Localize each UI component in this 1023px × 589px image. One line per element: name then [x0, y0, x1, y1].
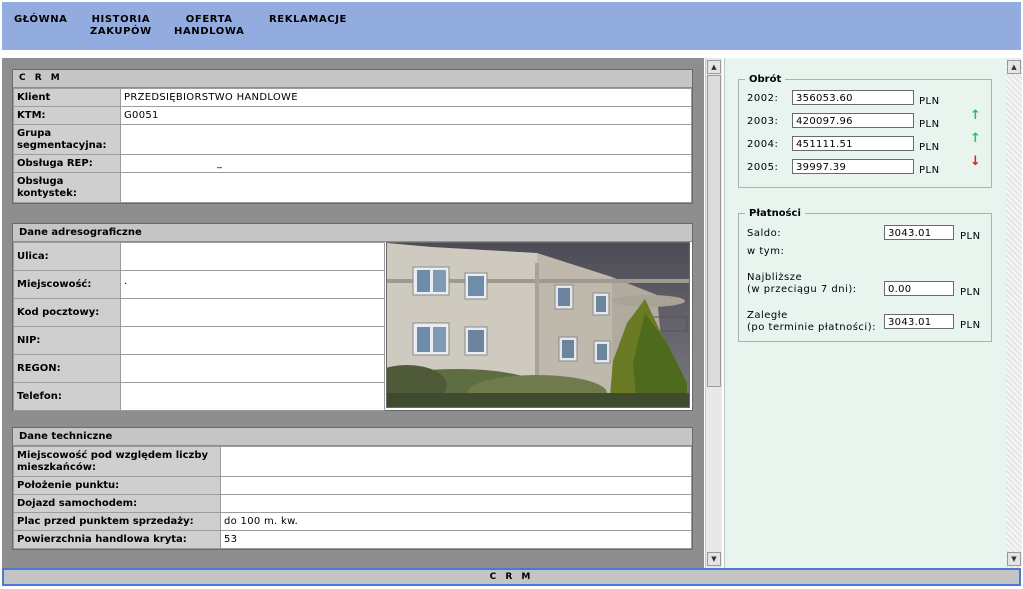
turnover-year-2004: 2004: — [747, 139, 779, 150]
tech-label-miejscowosc: Miejscowość pod względem liczby mieszkań… — [13, 446, 221, 477]
trend-down-icon: ↓ — [970, 154, 981, 169]
address-label-regon: REGON: — [13, 354, 121, 383]
address-value-nip — [120, 326, 385, 355]
payments-wtym-label: w tym: — [747, 246, 785, 257]
crm-label-ktm: KTM: — [13, 106, 121, 125]
payments-overdue-input[interactable]: 3043.01 — [884, 314, 954, 329]
payments-saldo-input[interactable]: 3043.01 — [884, 225, 954, 240]
left-panel-scrollbar[interactable]: ▲ ▼ — [705, 58, 722, 568]
right-panel-scrollbar[interactable]: ▲ ▼ — [1006, 58, 1022, 568]
tech-value-polozenie — [220, 476, 692, 495]
technical-table: Miejscowość pod względem liczby mieszkań… — [13, 446, 692, 549]
address-table: Ulica: Miejscowość: · Kod pocztowy: NIP:… — [13, 242, 385, 411]
address-value-kod-pocztowy — [120, 298, 385, 327]
address-label-nip: NIP: — [13, 326, 121, 355]
address-value-miejscowosc: · — [120, 270, 385, 299]
tech-label-polozenie: Położenie punktu: — [13, 476, 221, 495]
trend-up-icon: ↑ — [970, 108, 981, 123]
nav-glowna[interactable]: GŁÓWNA — [14, 14, 68, 26]
left-scroll-down-button[interactable]: ▼ — [707, 552, 721, 566]
turnover-unit-2003: PLN — [919, 119, 940, 130]
turnover-year-2003: 2003: — [747, 116, 779, 127]
left-scroll-thumb[interactable] — [707, 75, 721, 387]
left-scroll-up-button[interactable]: ▲ — [707, 60, 721, 74]
technical-section-title: Dane techniczne — [13, 428, 692, 446]
tech-value-powierzchnia: 53 — [220, 530, 692, 549]
tech-value-dojazd — [220, 494, 692, 513]
crm-value-klient: PRZEDSIĘBIORSTWO HANDLOWE — [120, 88, 692, 107]
tech-label-plac: Plac przed punktem sprzedaży: — [13, 512, 221, 531]
address-value-telefon — [120, 382, 385, 411]
payments-nearest-label: Najbliższe (w przeciągu 7 dni): — [747, 272, 857, 295]
crm-value-obsluga-rep: _ — [120, 154, 692, 173]
address-label-ulica: Ulica: — [13, 242, 121, 271]
turnover-input-2004[interactable]: 451111.51 — [792, 136, 914, 151]
trend-up-icon: ↑ — [970, 131, 981, 146]
tech-label-dojazd: Dojazd samochodem: — [13, 494, 221, 513]
crm-section-title: C R M — [13, 70, 692, 88]
address-value-regon — [120, 354, 385, 383]
crm-label-grupa: Grupa segmentacyjna: — [13, 124, 121, 155]
nav-reklamacje[interactable]: REKLAMACJE — [269, 14, 347, 26]
right-scroll-down-button[interactable]: ▼ — [1007, 552, 1021, 566]
address-label-telefon: Telefon: — [13, 382, 121, 411]
payments-nearest-unit: PLN — [960, 287, 981, 298]
payments-saldo-label: Saldo: — [747, 228, 782, 239]
right-panel: Obrót 2002: 356053.60 PLN 2003: 420097.9… — [724, 58, 1007, 568]
turnover-year-2002: 2002: — [747, 93, 779, 104]
address-label-miejscowosc: Miejscowość: — [13, 270, 121, 299]
payments-title: Płatności — [749, 208, 801, 219]
payments-overdue-label: Zaległe (po terminie płatności): — [747, 310, 876, 333]
address-label-kod-pocztowy: Kod pocztowy: — [13, 298, 121, 327]
nav-historia-zakupow[interactable]: HISTORIA ZAKUPÓW — [90, 14, 152, 38]
payments-nearest-input[interactable]: 0.00 — [884, 281, 954, 296]
address-section-title: Dane adresograficzne — [13, 224, 692, 242]
crm-value-ktm: G0051 — [120, 106, 692, 125]
turnover-input-2002[interactable]: 356053.60 — [792, 90, 914, 105]
payments-overdue-unit: PLN — [960, 320, 981, 331]
right-scroll-up-button[interactable]: ▲ — [1007, 60, 1021, 74]
turnover-unit-2005: PLN — [919, 165, 940, 176]
tech-value-miejscowosc — [220, 446, 692, 477]
payments-saldo-unit: PLN — [960, 231, 981, 242]
crm-label-obsluga-kontystek: Obsługa kontystek: — [13, 172, 121, 203]
tech-value-plac: do 100 m. kw. — [220, 512, 692, 531]
crm-section: C R M Klient PRZEDSIĘBIORSTWO HANDLOWE K… — [12, 69, 693, 204]
crm-table: Klient PRZEDSIĘBIORSTWO HANDLOWE KTM: G0… — [13, 88, 692, 203]
nav-divider — [2, 50, 1021, 58]
tech-label-powierzchnia: Powierzchnia handlowa kryta: — [13, 530, 221, 549]
bottom-status-bar[interactable]: C R M — [2, 568, 1021, 586]
turnover-input-2003[interactable]: 420097.96 — [792, 113, 914, 128]
turnover-unit-2004: PLN — [919, 142, 940, 153]
building-photo — [386, 242, 690, 408]
address-value-ulica — [120, 242, 385, 271]
crm-label-obsluga-rep: Obsługa REP: — [13, 154, 121, 173]
technical-section: Dane techniczne Miejscowość pod względem… — [12, 427, 693, 550]
crm-value-grupa — [120, 124, 692, 155]
crm-value-obsluga-kontystek — [120, 172, 692, 203]
turnover-unit-2002: PLN — [919, 96, 940, 107]
crm-label-klient: Klient — [13, 88, 121, 107]
top-navigation: GŁÓWNA HISTORIA ZAKUPÓW OFERTA HANDLOWA … — [2, 2, 1021, 50]
nav-oferta-handlowa[interactable]: OFERTA HANDLOWA — [174, 14, 244, 38]
address-section: Dane adresograficzne Ulica: Miejscowość:… — [12, 223, 693, 411]
turnover-title: Obrót — [749, 74, 782, 85]
turnover-input-2005[interactable]: 39997.39 — [792, 159, 914, 174]
turnover-year-2005: 2005: — [747, 162, 779, 173]
left-panel: C R M Klient PRZEDSIĘBIORSTWO HANDLOWE K… — [2, 58, 704, 568]
